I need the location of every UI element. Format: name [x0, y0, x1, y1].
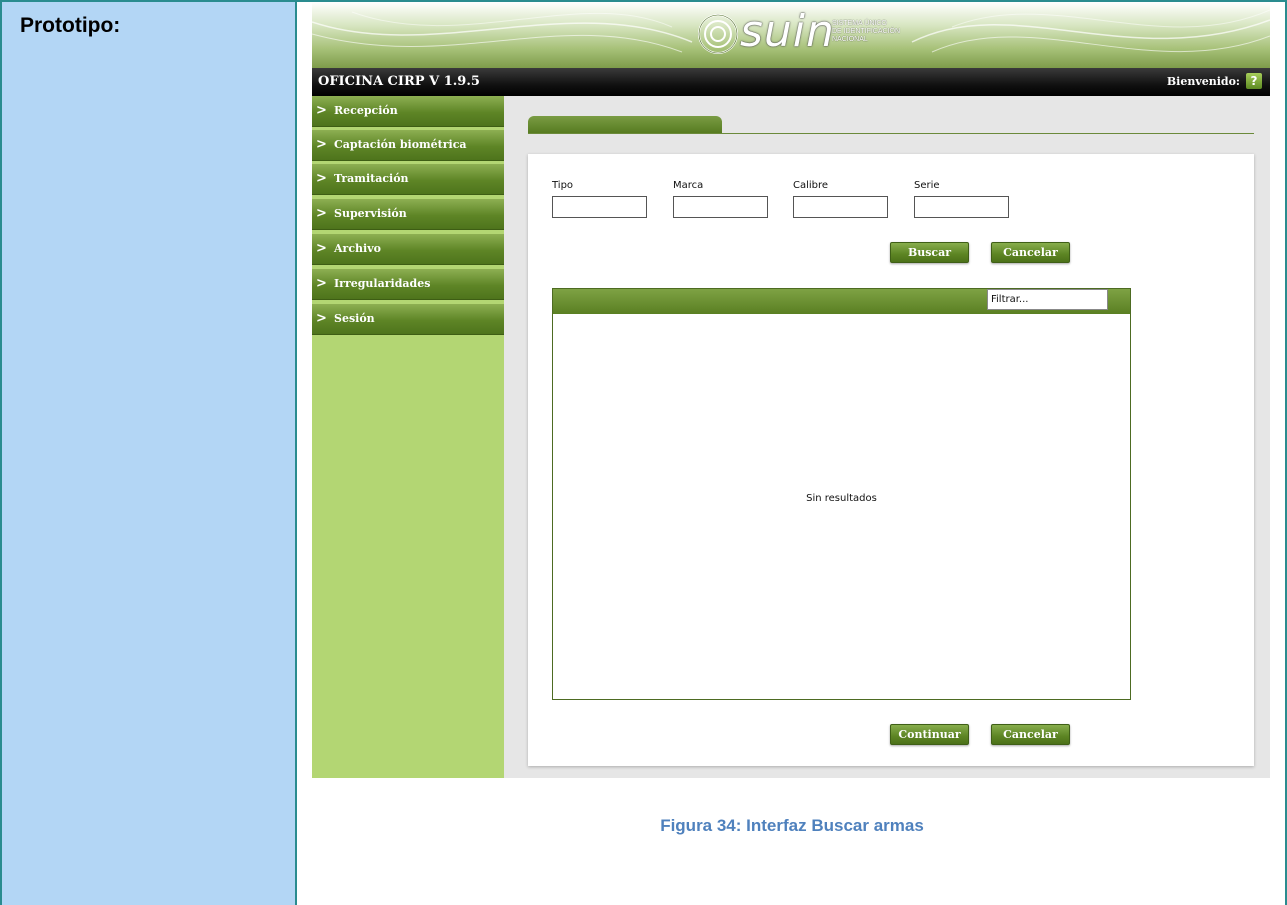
filter-input[interactable]: [987, 289, 1108, 310]
serie-label: Serie: [914, 180, 940, 191]
tipo-input[interactable]: [552, 196, 647, 218]
sidebar-item-label: Recepción: [334, 104, 398, 117]
tab-underline: [528, 133, 1254, 134]
app-title: OFICINA CIRP V 1.9.5: [318, 74, 480, 89]
serie-input[interactable]: [914, 196, 1009, 218]
continue-button[interactable]: Continuar: [890, 724, 969, 745]
marca-input[interactable]: [673, 196, 768, 218]
results-grid: Sin resultados: [552, 288, 1131, 700]
app-screenshot: suin SISTEMA ÚNICO DE IDENTIFICACIÓN NAC…: [312, 2, 1270, 778]
chevron-right-icon: >: [316, 103, 327, 118]
sidebar-item-label: Captación biométrica: [334, 138, 467, 151]
sidebar-item-archivo[interactable]: > Archivo: [312, 234, 504, 265]
sidebar-item-sesion[interactable]: > Sesión: [312, 304, 504, 335]
sidebar-item-label: Tramitación: [334, 172, 409, 185]
tipo-label: Tipo: [552, 180, 574, 191]
chevron-right-icon: >: [316, 241, 327, 256]
chevron-right-icon: >: [316, 276, 327, 291]
cancel-button[interactable]: Cancelar: [991, 724, 1070, 745]
empty-results-message: Sin resultados: [806, 493, 877, 504]
tab-active[interactable]: [528, 116, 722, 134]
cancel-search-button[interactable]: Cancelar: [991, 242, 1070, 263]
sidebar: > Recepción > Captación biométrica > Tra…: [312, 96, 504, 778]
chevron-right-icon: >: [316, 206, 327, 221]
sidebar-item-recepcion[interactable]: > Recepción: [312, 96, 504, 127]
prototype-label: Prototipo:: [20, 14, 121, 37]
main-content: Tipo Marca Calibre Serie Buscar Cancelar…: [504, 96, 1270, 778]
search-panel: Tipo Marca Calibre Serie Buscar Cancelar…: [528, 154, 1254, 766]
marca-label: Marca: [673, 180, 704, 191]
label-cell: Prototipo:: [0, 0, 297, 905]
logo-wordmark: suin: [740, 6, 835, 57]
sidebar-item-label: Sesión: [334, 312, 375, 325]
sidebar-item-tramitacion[interactable]: > Tramitación: [312, 164, 504, 195]
sidebar-item-label: Archivo: [334, 242, 381, 255]
sidebar-item-irregularidades[interactable]: > Irregularidades: [312, 269, 504, 300]
chevron-right-icon: >: [316, 311, 327, 326]
title-bar: OFICINA CIRP V 1.9.5 Bienvenido: ?: [312, 68, 1270, 96]
chevron-right-icon: >: [316, 137, 327, 152]
search-button[interactable]: Buscar: [890, 242, 969, 263]
welcome-text: Bienvenido:: [1166, 75, 1240, 88]
sidebar-item-label: Irregularidades: [334, 277, 431, 290]
help-icon[interactable]: ?: [1246, 73, 1262, 89]
sidebar-item-captacion-biometrica[interactable]: > Captación biométrica: [312, 130, 504, 161]
calibre-label: Calibre: [793, 180, 829, 191]
suin-logo: suin SISTEMA ÚNICO DE IDENTIFICACIÓN NAC…: [696, 6, 916, 60]
chevron-right-icon: >: [316, 171, 327, 186]
grid-header: [553, 289, 1130, 314]
figure-caption: Figura 34: Interfaz Buscar armas: [660, 816, 924, 835]
logo-subtitle: SISTEMA ÚNICO DE IDENTIFICACIÓN NACIONAL: [832, 20, 901, 43]
sidebar-item-label: Supervisión: [334, 207, 407, 220]
calibre-input[interactable]: [793, 196, 888, 218]
sidebar-item-supervision[interactable]: > Supervisión: [312, 199, 504, 230]
fingerprint-icon: [698, 14, 738, 54]
header-banner: suin SISTEMA ÚNICO DE IDENTIFICACIÓN NAC…: [312, 2, 1270, 68]
